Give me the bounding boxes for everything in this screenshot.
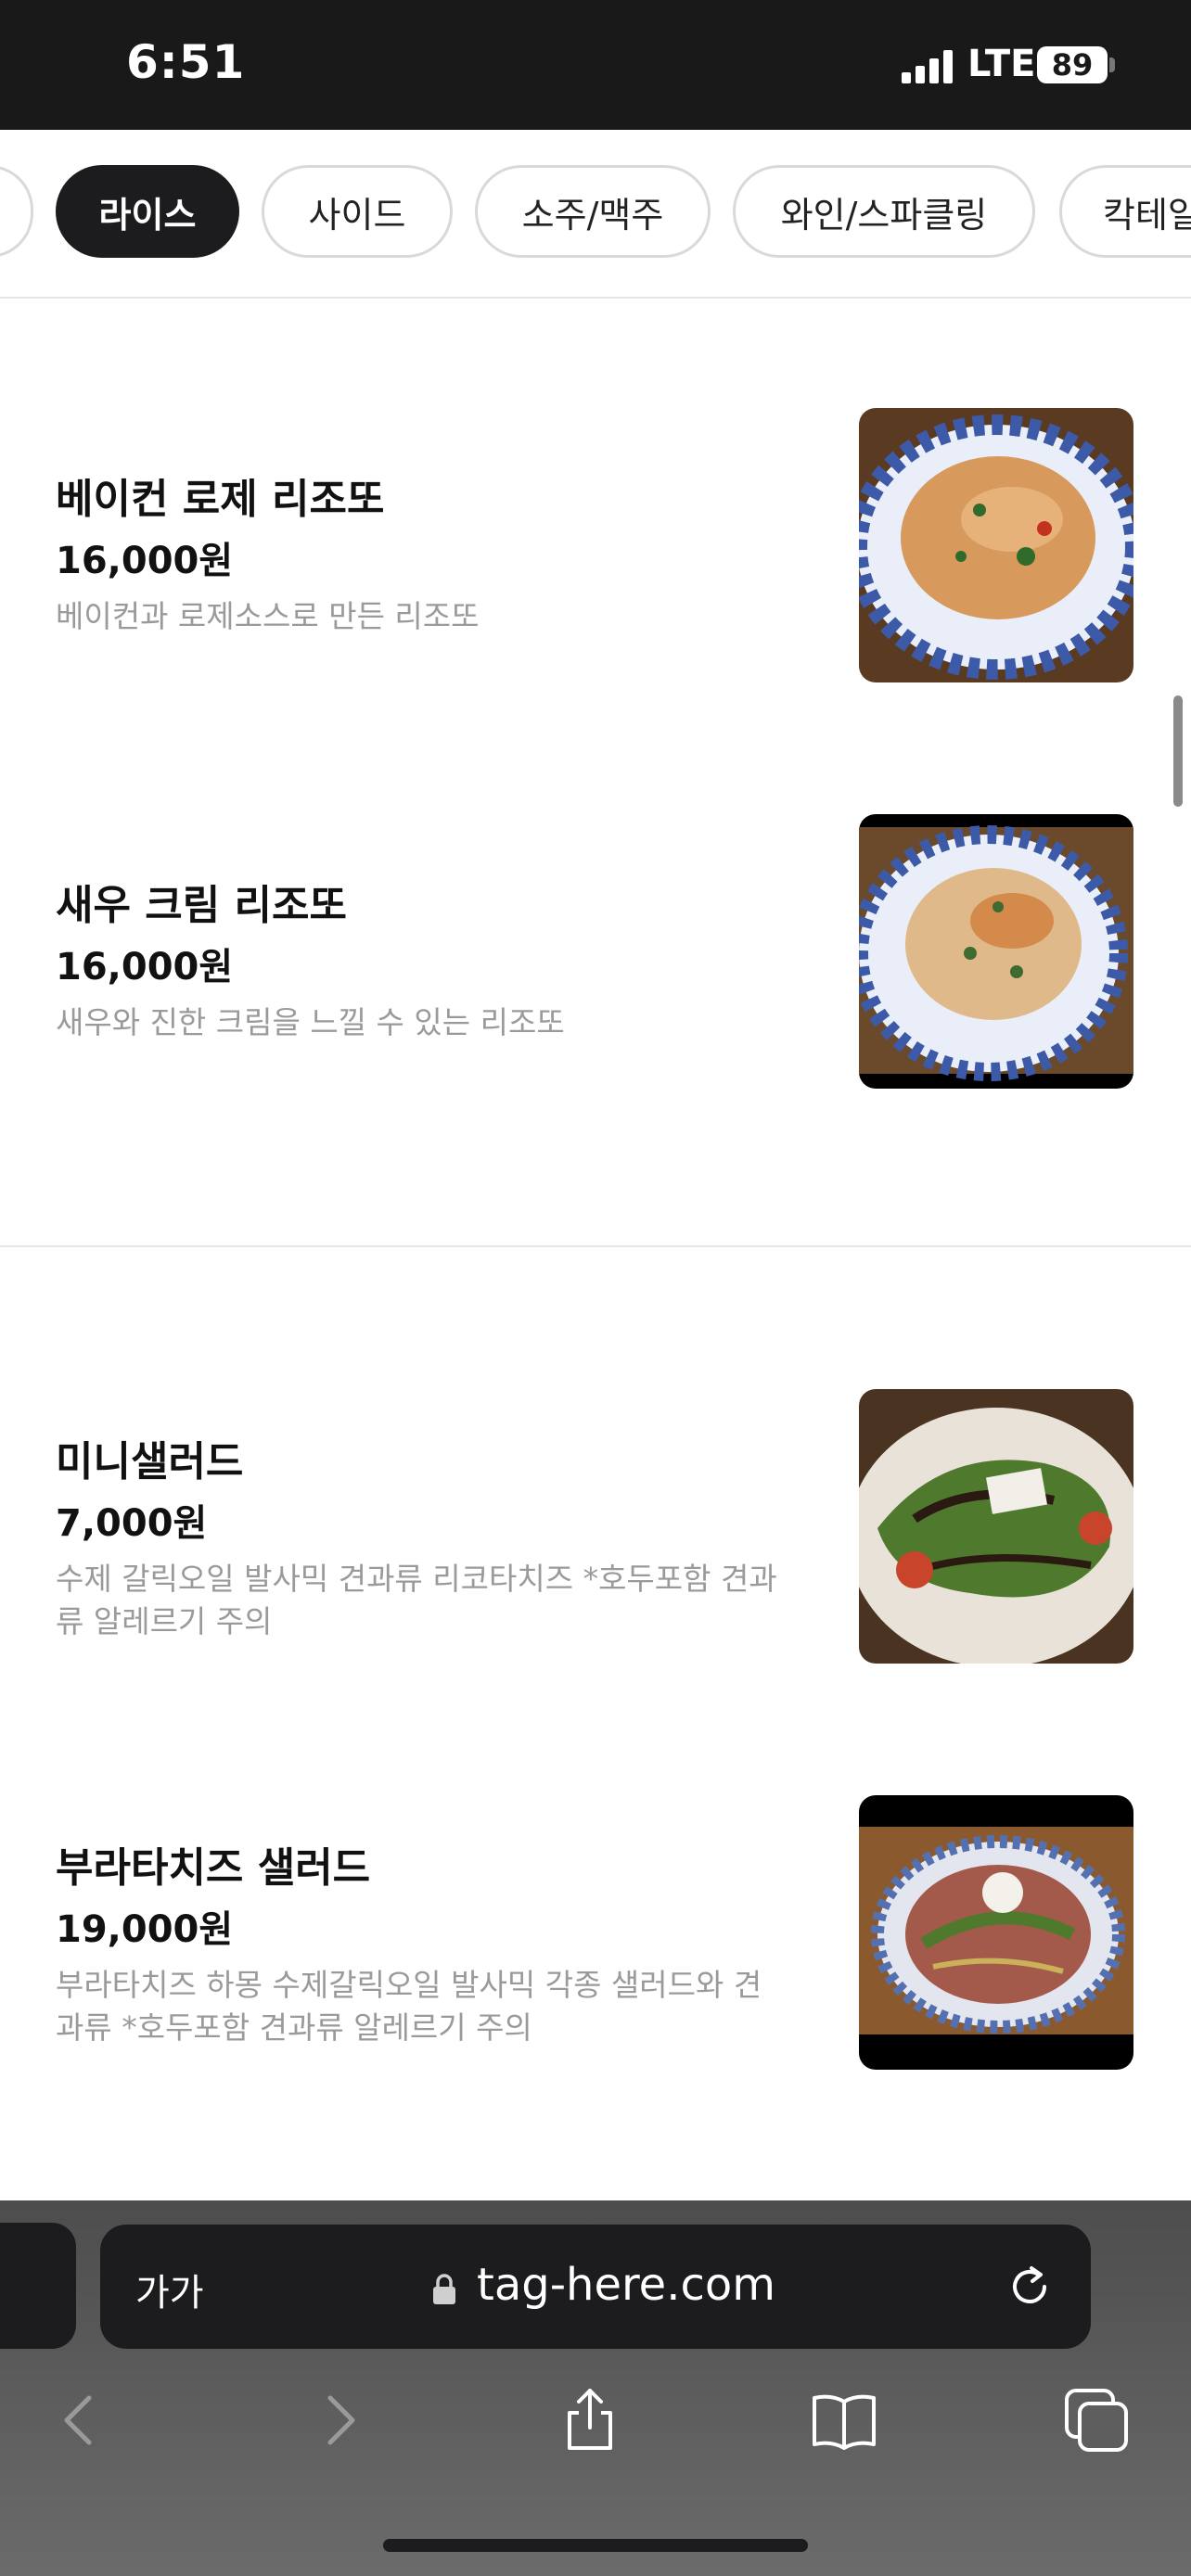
url-text[interactable]: tag-here.com xyxy=(477,2259,775,2311)
menu-item[interactable]: 새우 크림 리조또 16,000원 새우와 진한 크림을 느낄 수 있는 리조또 xyxy=(0,796,1191,1111)
menu-item-description: 수제 갈릭오일 발사믹 견과류 리코타치즈 *호두포함 견과류 알레르기 주의 xyxy=(56,1561,777,1639)
scrollbar[interactable] xyxy=(1173,695,1183,807)
section-divider xyxy=(0,1245,1191,1247)
tabs-icon[interactable] xyxy=(1063,2387,1130,2454)
menu-item-description: 베이컨과 로제소스로 만든 리조또 xyxy=(56,598,480,634)
menu-item-description: 새우와 진한 크림을 느낄 수 있는 리조또 xyxy=(56,1004,565,1040)
menu-item-name: 미니샐러드 xyxy=(56,1438,244,1486)
previous-tab-preview[interactable] xyxy=(0,2223,76,2349)
burrata-salad-photo xyxy=(859,1795,1133,2070)
shrimp-risotto-photo xyxy=(859,814,1133,1089)
menu-item-price: 16,000원 xyxy=(56,946,234,988)
menu-item-price: 19,000원 xyxy=(56,1908,234,1951)
menu-item-price: 7,000원 xyxy=(56,1502,208,1545)
tab-rice[interactable]: 라이스 xyxy=(56,165,239,258)
menu-item-price: 16,000원 xyxy=(56,540,234,582)
risotto-photo xyxy=(859,408,1133,682)
lock-icon xyxy=(433,2274,455,2304)
network-type: LTE xyxy=(967,43,1036,85)
home-indicator xyxy=(383,2539,808,2552)
battery-tip xyxy=(1109,57,1115,72)
text-size-button[interactable]: 가가 xyxy=(135,2263,204,2316)
menu-item-photo[interactable] xyxy=(859,1389,1133,1664)
tab-side[interactable]: 사이드 xyxy=(262,165,453,258)
menu-item-description: 부라타치즈 하몽 수제갈릭오일 발사믹 각종 샐러드와 견과류 *호두포함 견과… xyxy=(56,1967,762,2046)
tab-previous-category[interactable] xyxy=(0,165,33,258)
menu-item[interactable]: 베이컨 로제 리조또 16,000원 베이컨과 로제소스로 만든 리조또 xyxy=(0,389,1191,705)
tab-cocktail[interactable]: 칵테일 xyxy=(1059,165,1191,258)
category-tab-bar: 라이스 사이드 소주/맥주 와인/스파클링 칵테일 xyxy=(0,130,1191,299)
menu-item-photo[interactable] xyxy=(859,408,1133,682)
menu-item-name: 새우 크림 리조또 xyxy=(56,882,347,929)
book-icon[interactable] xyxy=(811,2387,877,2454)
menu-item[interactable]: 미니샐러드 7,000원 수제 갈릭오일 발사믹 견과류 리코타치즈 *호두포함… xyxy=(0,1352,1191,1704)
battery-icon: 89 xyxy=(1037,46,1108,83)
signal-bars-icon xyxy=(902,50,957,83)
status-bar: 6:51 LTE 89 xyxy=(0,0,1191,130)
reload-icon[interactable] xyxy=(1004,2261,1056,2313)
chevron-left-icon[interactable] xyxy=(46,2387,113,2454)
chevron-right-icon[interactable] xyxy=(306,2387,373,2454)
share-icon[interactable] xyxy=(557,2387,623,2454)
battery-level: 89 xyxy=(1051,47,1094,83)
mini-salad-photo xyxy=(859,1389,1133,1664)
menu-item-photo[interactable] xyxy=(859,814,1133,1089)
menu-item-name: 베이컨 로제 리조또 xyxy=(56,476,385,523)
tab-soju-beer[interactable]: 소주/맥주 xyxy=(475,165,711,258)
menu-item[interactable]: 부라타치즈 샐러드 19,000원 부라타치즈 하몽 수제갈릭오일 발사믹 각종… xyxy=(0,1758,1191,2111)
tab-wine-sparkling[interactable]: 와인/스파클링 xyxy=(733,165,1035,258)
menu-item-name: 부라타치즈 샐러드 xyxy=(56,1844,371,1892)
menu-item-photo[interactable] xyxy=(859,1795,1133,2070)
status-time: 6:51 xyxy=(126,35,246,89)
